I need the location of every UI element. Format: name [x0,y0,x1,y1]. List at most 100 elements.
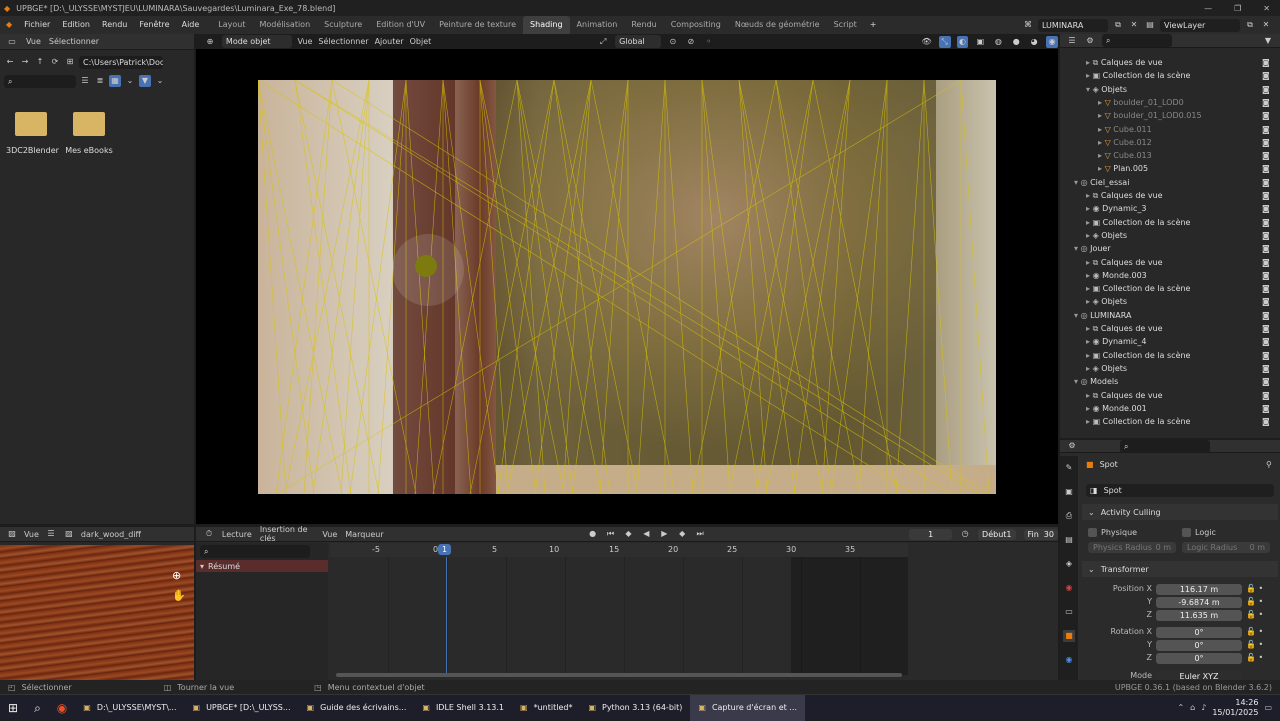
editor-type-icon[interactable]: ▭ [6,36,18,48]
play-reverse-icon[interactable]: ◀ [641,528,651,540]
outliner-row[interactable]: ▸ ◉ Dynamic_4 ◙ [1060,335,1270,348]
tab-sculpture[interactable]: Sculpture [317,16,369,34]
list-view-icon[interactable]: ☰ [79,75,91,87]
outliner-row[interactable]: ▸ ▣ Collection de la scène ◙ [1060,282,1270,295]
image-menu-vue[interactable]: Vue [24,530,39,539]
tab-animation[interactable]: Animation [570,16,625,34]
position-y-field[interactable]: -9.6874 m [1156,597,1242,608]
rotation-x-field[interactable]: 0° [1156,627,1242,638]
file-search-input[interactable]: ⌕ [4,74,76,88]
render-visibility-icon[interactable]: ◙ [1262,162,1270,175]
material-shading-icon[interactable]: ◕ [1028,36,1040,48]
render-visibility-icon[interactable]: ◙ [1262,216,1270,229]
list-detail-icon[interactable]: ≣ [94,75,106,87]
hamburger-menu-icon[interactable]: ☰ [45,528,57,540]
logic-checkbox[interactable] [1182,528,1191,537]
render-visibility-icon[interactable]: ◙ [1262,83,1270,96]
menu-edition[interactable]: Edition [56,16,96,34]
outliner-row[interactable]: ▸ ▽ Plan.005 ◙ [1060,162,1270,175]
end-frame-field[interactable]: Fin 30 [1023,528,1058,540]
mode-selector[interactable]: Mode objet [221,35,292,48]
wood-texture-preview[interactable] [0,545,194,680]
outliner-row[interactable]: ▸ ⧉ Calques de vue ◙ [1060,256,1270,269]
wireframe-shading-icon[interactable]: ◍ [992,36,1004,48]
lock-icon[interactable]: 🔓 • [1246,640,1270,653]
render-visibility-icon[interactable]: ◙ [1262,335,1270,348]
outliner-row[interactable]: ▾ ◎ LUMINARA ◙ [1060,309,1270,322]
render-visibility-icon[interactable]: ◙ [1262,96,1270,109]
delete-scene-icon[interactable]: ✕ [1128,19,1140,31]
preview-range-icon[interactable]: ◷ [960,528,970,540]
render-visibility-icon[interactable]: ◙ [1262,362,1270,375]
maximize-icon[interactable]: ❐ [1234,4,1241,13]
render-visibility-icon[interactable]: ◙ [1262,375,1270,388]
transform-panel[interactable]: ⌄ Transformer [1082,561,1278,577]
object-tab-icon[interactable]: ■ [1063,630,1075,642]
taskbar-app[interactable]: ▣ *untitled* [512,695,580,721]
render-visibility-icon[interactable]: ◙ [1262,109,1270,122]
viewport-menu-vue[interactable]: Vue [298,37,313,46]
render-visibility-icon[interactable]: ◙ [1262,389,1270,402]
editor-type-icon[interactable]: ⏱ [204,528,214,540]
render-visibility-icon[interactable]: ◙ [1262,242,1270,255]
gizmo-icon[interactable]: ⤡ [938,35,951,48]
tab-layout[interactable]: Layout [211,16,252,34]
thumbnail-view-icon[interactable]: ▦ [109,75,121,87]
viewport-menu-add[interactable]: Ajouter [375,37,404,46]
delete-view-layer-icon[interactable]: ✕ [1260,19,1272,31]
lock-icon[interactable]: 🔓 • [1246,627,1270,640]
transform-orientation-icon[interactable]: ⤢ [597,36,609,48]
scene-selector[interactable]: LUMINARA [1038,18,1108,32]
lock-icon[interactable]: 🔓 • [1246,653,1270,666]
outliner-search-input[interactable]: ⌕ [1102,34,1172,47]
outliner-row[interactable]: ▾ ◎ Jouer ◙ [1060,242,1270,255]
new-folder-icon[interactable]: ⊞ [64,56,76,68]
output-tab-icon[interactable]: ⎙ [1063,510,1075,522]
render-visibility-icon[interactable]: ◙ [1262,309,1270,322]
start-button[interactable]: ⊞ [0,695,26,721]
editor-type-icon[interactable]: ☰ [1066,35,1078,47]
zoom-icon[interactable]: ⊕ [172,569,181,582]
render-visibility-icon[interactable]: ◙ [1262,202,1270,215]
outliner-row[interactable]: ▸ ▽ boulder_01_LOD0 ◙ [1060,96,1270,109]
render-visibility-icon[interactable]: ◙ [1262,136,1270,149]
summary-channel[interactable]: ▾ Résumé [196,560,328,572]
folder-item[interactable]: Mes eBooks [64,112,114,155]
view-layer-icon[interactable]: ▤ [1144,19,1156,31]
tab-rendu[interactable]: Rendu [624,16,663,34]
outliner-row[interactable]: ▸ ◈ Objets ◙ [1060,229,1270,242]
render-visibility-icon[interactable]: ◙ [1262,229,1270,242]
menu-rendu[interactable]: Rendu [96,16,133,34]
outliner-row[interactable]: ▸ ◈ Objets ◙ [1060,362,1270,375]
render-visibility-icon[interactable]: ◙ [1262,256,1270,269]
display-mode-icon[interactable]: ⚙ [1084,35,1096,47]
filter-options-icon[interactable]: ⌄ [154,75,166,87]
outliner-row[interactable]: ▸ ◉ Monde.003 ◙ [1060,269,1270,282]
close-icon[interactable]: ✕ [1263,4,1270,13]
taskbar-app[interactable]: ▣ IDLE Shell 3.13.1 [414,695,512,721]
lock-icon[interactable]: 🔓 • [1246,610,1270,627]
physics-radius-field[interactable]: Physics Radius 0 m [1088,542,1176,553]
render-visibility-icon[interactable]: ◙ [1262,149,1270,162]
position-z-field[interactable]: 11.635 m [1156,610,1242,621]
network-icon[interactable]: ⌂ [1190,703,1195,712]
render-visibility-icon[interactable]: ◙ [1262,269,1270,282]
playhead-frame[interactable]: 1 [438,544,451,555]
jump-end-icon[interactable]: ⏭ [695,528,705,540]
outliner-row[interactable]: ▸ ▽ Cube.011 ◙ [1060,123,1270,136]
properties-search-input[interactable]: ⌕ [1120,439,1210,453]
next-keyframe-icon[interactable]: ◆ [677,528,687,540]
outliner-row[interactable]: ▸ ▽ Cube.013 ◙ [1060,149,1270,162]
position-x-field[interactable]: 116.17 m [1156,584,1242,595]
render-visibility-icon[interactable]: ◙ [1262,189,1270,202]
menu-aide[interactable]: Aide [176,16,206,34]
3d-viewport[interactable]: ⊕ Mode objet Vue Sélectionner Ajouter Ob… [196,34,1059,524]
channel-search-input[interactable]: ⌕ [200,545,310,558]
rotation-z-field[interactable]: 0° [1156,653,1242,664]
forward-icon[interactable]: → [19,56,31,68]
viewport-menu-object[interactable]: Objet [410,37,432,46]
render-visibility-icon[interactable]: ◙ [1262,282,1270,295]
lock-icon[interactable]: 🔓 • [1246,597,1270,610]
timeline-menu-marker[interactable]: Marqueur [345,530,383,539]
outliner-row[interactable]: ▸ ▣ Collection de la scène ◙ [1060,415,1270,428]
